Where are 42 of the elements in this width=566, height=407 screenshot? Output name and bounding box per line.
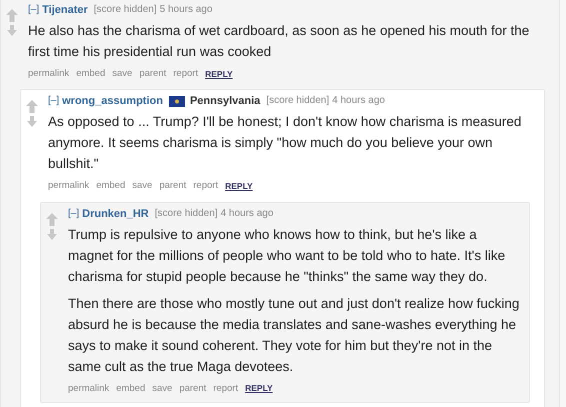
collapse-toggle[interactable]: [–] [48,94,60,108]
downvote-icon[interactable] [27,116,37,128]
comment-text: He also has the charisma of wet cardboard, as soon as he opened his mouth for the first time his presidential run was cooked [28,22,530,61]
comment-action-link[interactable]: report [213,382,238,396]
author-link[interactable]: Tijenater [42,3,88,17]
comment-action-link[interactable]: permalink [28,67,70,82]
comment-action-link[interactable]: permalink [68,382,110,396]
upvote-icon[interactable] [6,9,18,22]
comment-action-link[interactable]: save [132,179,152,194]
author-link[interactable]: Drunken_HR [82,206,149,220]
collapse-toggle[interactable]: [–] [28,3,40,17]
flag-icon [168,96,185,107]
score-label: [score hidden] [154,206,218,220]
comment-action-link[interactable]: embed [96,179,126,194]
comment-action-link[interactable]: parent [159,179,186,194]
reply-link[interactable]: REPLY [205,68,233,80]
timestamp: 4 hours ago [220,206,274,220]
timestamp: 4 hours ago [332,94,385,108]
comment-action-link[interactable]: embed [76,67,106,82]
comment-text: As opposed to ... Trump? I'll be honest; I don't know how charisma is measured anymore. It seems charisma is simply "how much do you believe your own bullshit." [48,113,522,174]
reply-link[interactable]: REPLY [225,180,253,193]
comment-action-link[interactable]: save [112,67,132,82]
score-label: [score hidden] [94,3,157,17]
upvote-icon[interactable] [26,100,38,114]
score-label: [score hidden] [266,94,330,108]
downvote-icon[interactable] [47,228,57,240]
downvote-icon[interactable] [7,25,17,36]
comment-text: Then there are those who mostly tune out and just don't realize how fucking absurd he is because the media translates and sane-washes everything he says to make it sound coherent. They vote for him but they're not in the same cult as the true Maga devotees. [68,294,520,376]
comment-action-link[interactable]: save [152,382,172,396]
comment-text: Trump is repulsive to anyone who knows how to think, but he's like a magnet for the millions of people who want to be told who to hate. It's like charisma for stupid people because he "thinks" the same way they do. [68,226,506,286]
author-link[interactable]: wrong_assumption [62,94,163,108]
comment-action-link[interactable]: parent [139,67,166,82]
comment-action-link[interactable]: embed [116,382,146,396]
upvote-icon[interactable] [46,212,58,226]
comment-action-link[interactable]: parent [179,382,206,396]
timestamp: 5 hours ago [160,3,212,17]
comment-action-link[interactable]: permalink [48,179,90,194]
comment-action-link[interactable]: report [193,179,218,194]
collapse-toggle[interactable]: [–] [68,206,80,220]
comment-action-link[interactable]: report [173,67,198,82]
user-flair: Pennsylvania [190,94,260,108]
reply-link[interactable]: REPLY [245,382,273,395]
